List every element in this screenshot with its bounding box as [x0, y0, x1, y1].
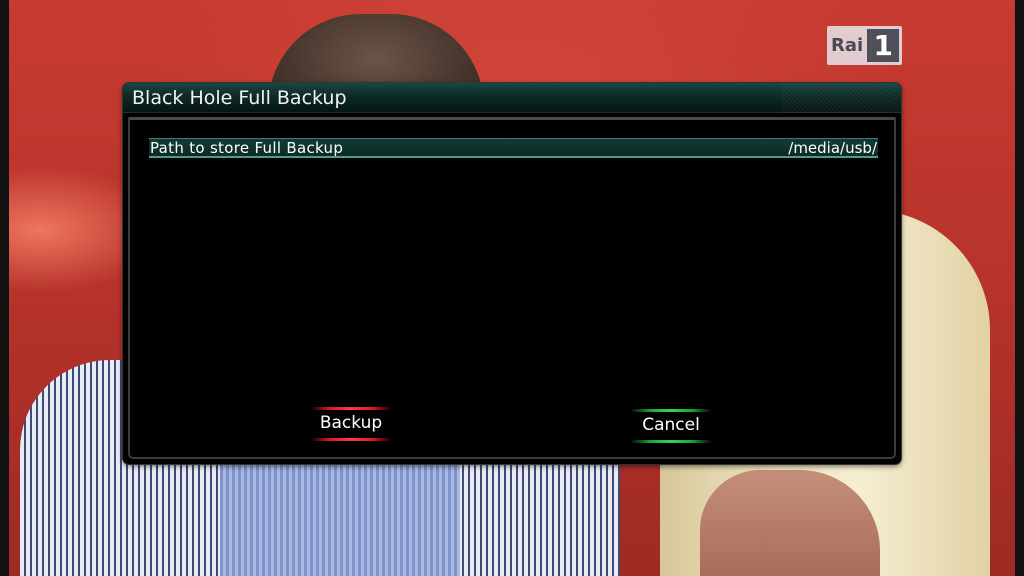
dialog-body: Path to store Full Backup /media/usb/ Ba… [128, 117, 896, 459]
config-row-label: Path to store Full Backup [150, 139, 344, 157]
green-key-indicator-top [630, 409, 712, 412]
config-row-value[interactable]: /media/usb/ [788, 139, 877, 157]
backup-button[interactable]: Backup [296, 404, 406, 444]
dialog-title: Black Hole Full Backup [132, 87, 347, 109]
full-backup-dialog: Black Hole Full Backup Path to store Ful… [123, 83, 901, 464]
green-key-indicator-bottom [630, 440, 712, 443]
red-key-indicator-bottom [310, 438, 392, 441]
shirt-panel [220, 455, 460, 576]
cancel-button-label: Cancel [642, 415, 700, 435]
backup-button-label: Backup [319, 413, 383, 433]
dialog-titlebar: Black Hole Full Backup [123, 83, 901, 113]
red-key-indicator-top [310, 407, 392, 410]
config-row-backup-path[interactable]: Path to store Full Backup /media/usb/ [149, 138, 878, 158]
channel-logo: Rai 1 [827, 26, 903, 65]
video-edge-right [1015, 0, 1024, 576]
channel-logo-number: 1 [867, 29, 900, 62]
cancel-button[interactable]: Cancel [616, 406, 726, 446]
video-edge-left [0, 0, 9, 576]
channel-logo-name: Rai [831, 35, 864, 56]
